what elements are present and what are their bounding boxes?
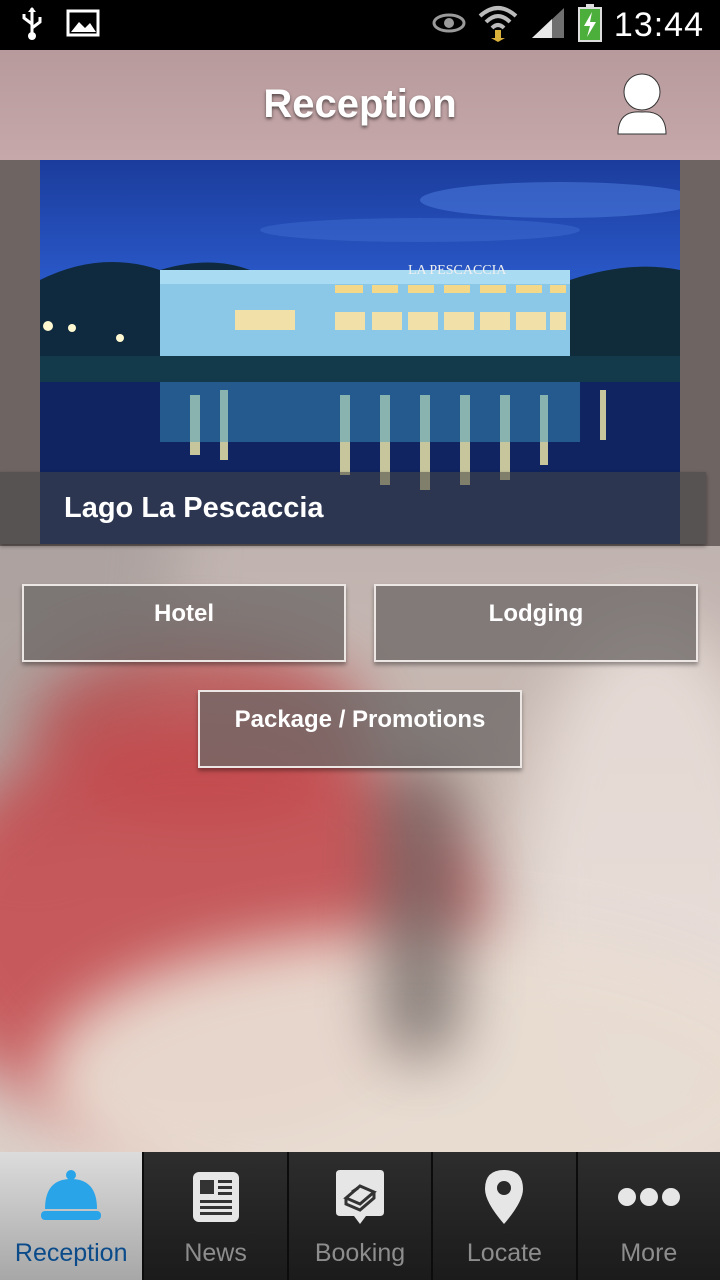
eye-icon	[432, 12, 466, 39]
wifi-icon	[478, 4, 518, 47]
image-icon	[66, 9, 100, 42]
bottom-tab-bar: Reception News Booking Locate More	[0, 1152, 720, 1280]
more-dots-icon	[578, 1166, 720, 1228]
tab-more[interactable]: More	[577, 1152, 720, 1280]
tab-label: More	[620, 1239, 678, 1267]
booking-bed-icon	[289, 1166, 431, 1228]
user-icon[interactable]	[616, 72, 668, 138]
status-bar: 13:44	[0, 0, 720, 50]
svg-text:LA PESCACCIA: LA PESCACCIA	[408, 263, 507, 278]
battery-charging-icon	[577, 3, 602, 47]
tab-booking[interactable]: Booking	[288, 1152, 434, 1280]
hero-caption: Lago La Pescaccia	[64, 492, 324, 524]
tab-label: Reception	[14, 1239, 128, 1267]
tab-locate[interactable]: Locate	[433, 1152, 578, 1280]
news-icon	[144, 1166, 286, 1228]
signal-icon	[530, 6, 566, 45]
tab-label: Booking	[314, 1239, 406, 1267]
app-header: Reception	[0, 50, 720, 160]
hotel-button-label: Hotel	[154, 600, 214, 627]
package-promotions-button[interactable]: Package / Promotions	[198, 690, 522, 768]
tab-reception[interactable]: Reception	[0, 1152, 145, 1280]
lodging-button[interactable]: Lodging	[374, 584, 698, 662]
package-promotions-button-label: Package / Promotions	[234, 706, 486, 733]
status-time: 13:44	[613, 5, 704, 44]
location-pin-icon	[433, 1166, 575, 1228]
page-title: Reception	[263, 82, 457, 126]
tab-label: News	[184, 1239, 247, 1267]
hero-banner[interactable]: LA PESCACCIA Lago La Pescaccia	[0, 160, 720, 546]
hotel-button[interactable]: Hotel	[22, 584, 346, 662]
lodging-button-label: Lodging	[488, 600, 584, 627]
usb-icon	[20, 6, 44, 45]
tab-news[interactable]: News	[144, 1152, 289, 1280]
tab-label: Locate	[466, 1239, 542, 1267]
reception-bell-icon	[0, 1166, 142, 1228]
hero-caption-bar: Lago La Pescaccia	[0, 472, 706, 544]
